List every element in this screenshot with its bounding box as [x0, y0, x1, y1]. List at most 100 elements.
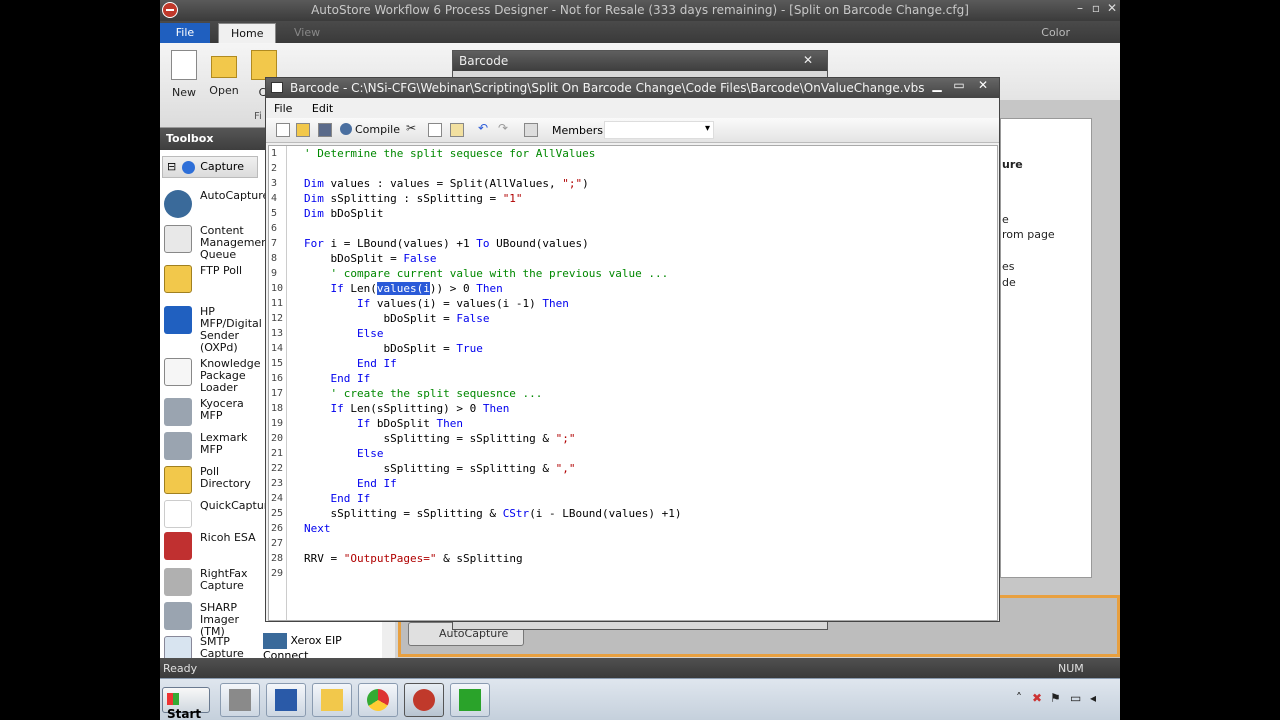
code-token: CStr: [502, 507, 530, 520]
new-icon[interactable]: [276, 123, 290, 137]
autostore-icon: [413, 689, 435, 711]
code-line[interactable]: Dim sSplitting : sSplitting = "1": [304, 191, 523, 206]
code-token: If: [330, 282, 344, 295]
line-number: 8: [271, 253, 278, 264]
chrome-icon: [367, 689, 389, 711]
taskbar-app-powershell[interactable]: [266, 683, 306, 717]
code-token: Else: [356, 447, 384, 460]
code-token: values : values = Split(AllValues,: [323, 177, 563, 190]
open-button[interactable]: Open: [204, 48, 244, 97]
paste-icon[interactable]: [450, 123, 464, 137]
code-line[interactable]: bDoSplit = False: [304, 251, 436, 266]
editor-title: Barcode - C:\NSi-CFG\Webinar\Scripting\S…: [290, 81, 925, 95]
menu-edit[interactable]: Edit: [304, 98, 341, 115]
code-line[interactable]: Dim bDoSplit: [304, 206, 383, 221]
start-button[interactable]: Start: [162, 687, 210, 720]
code-line[interactable]: bDoSplit = False: [304, 311, 489, 326]
tray-expand-icon[interactable]: ˄: [1016, 691, 1022, 705]
redo-icon[interactable]: ↷: [498, 121, 512, 135]
editor-maximize-icon[interactable]: ▭: [948, 78, 970, 92]
code-line[interactable]: For i = LBound(values) +1 To UBound(valu…: [304, 236, 589, 251]
capture-group-header[interactable]: ⊟ Capture: [162, 156, 258, 178]
line-number: 11: [271, 298, 284, 309]
code-line[interactable]: If Len(sSplitting) > 0 Then: [304, 401, 510, 416]
code-line[interactable]: End If: [304, 356, 397, 371]
script-editor-window: Barcode - C:\NSi-CFG\Webinar\Scripting\S…: [265, 77, 1000, 622]
tray-display-icon[interactable]: ▭: [1070, 691, 1081, 705]
restore-icon[interactable]: ▫: [1088, 1, 1104, 15]
editor-close-icon[interactable]: ✕: [972, 78, 994, 92]
taskbar-app-flag[interactable]: [450, 683, 490, 717]
compile-button[interactable]: Compile: [340, 123, 400, 136]
code-line[interactable]: ' compare current value with the previou…: [304, 266, 669, 281]
code-line[interactable]: sSplitting = sSplitting & ";": [304, 431, 575, 446]
new-file-icon: [171, 50, 197, 80]
code-line[interactable]: End If: [304, 491, 371, 506]
undo-icon[interactable]: ↶: [478, 121, 492, 135]
server-icon: [229, 689, 251, 711]
code-line[interactable]: RRV = "OutputPages=" & sSplitting: [304, 551, 523, 566]
app-title: AutoStore Workflow 6 Process Designer - …: [311, 3, 969, 17]
cut-icon[interactable]: ✂: [406, 121, 420, 135]
code-line[interactable]: Else: [304, 446, 384, 461]
code-token: ' Determine the split sequesce for AllVa…: [304, 147, 596, 160]
minimize-icon[interactable]: –: [1072, 1, 1088, 15]
line-number: 18: [271, 403, 284, 414]
taskbar-app-chrome[interactable]: [358, 683, 398, 717]
tab-home[interactable]: Home: [218, 23, 277, 43]
code-line[interactable]: Dim values : values = Split(AllValues, "…: [304, 176, 589, 191]
code-line[interactable]: End If: [304, 476, 397, 491]
tray-network-icon[interactable]: ✖: [1032, 691, 1042, 705]
open-icon[interactable]: [296, 123, 310, 137]
taskbar-app-explorer[interactable]: [312, 683, 352, 717]
code-line[interactable]: sSplitting = sSplitting & CStr(i - LBoun…: [304, 506, 682, 521]
code-line[interactable]: ' create the split sequesnce ...: [304, 386, 543, 401]
tray-flag-icon[interactable]: ⚑: [1050, 691, 1061, 705]
code-token: (i - LBound(values) +1): [529, 507, 682, 520]
code-line[interactable]: Else: [304, 326, 384, 341]
line-number: 7: [271, 238, 278, 249]
code-token: & sSplitting: [436, 552, 523, 565]
members-dropdown[interactable]: [604, 121, 714, 139]
taskbar-app-server[interactable]: [220, 683, 260, 717]
code-line[interactable]: If values(i) = values(i -1) Then: [304, 296, 569, 311]
line-number: 15: [271, 358, 284, 369]
print-icon[interactable]: [524, 123, 538, 137]
code-line[interactable]: End If: [304, 371, 371, 386]
collapse-icon[interactable]: ⊟: [167, 160, 176, 173]
code-token: For: [304, 237, 324, 250]
code-token: ' create the split sequesnce ...: [330, 387, 543, 400]
panel-text: es: [1002, 260, 1015, 273]
line-number: 10: [271, 283, 284, 294]
code-line[interactable]: sSplitting = sSplitting & ",": [304, 461, 575, 476]
editor-minimize-icon[interactable]: ▁: [926, 78, 948, 92]
tray-speaker-icon[interactable]: ◂: [1090, 691, 1096, 705]
tab-file[interactable]: File: [160, 23, 210, 43]
barcode-close-icon[interactable]: ✕: [803, 53, 813, 67]
tab-view[interactable]: View: [282, 23, 332, 43]
save-icon[interactable]: [318, 123, 332, 137]
fax-icon: [164, 568, 192, 596]
color-scheme-menu[interactable]: Color: [1041, 26, 1070, 39]
code-token: True: [456, 342, 483, 355]
code-editor[interactable]: 1 2 3 4 5 6 7 8 9 10 11 12 13 14 15 16 17 18 19 20 21 22 23 24 2…: [268, 145, 998, 621]
line-number: 4: [271, 193, 278, 204]
line-number: 21: [271, 448, 284, 459]
copy-icon[interactable]: [428, 123, 442, 137]
code-line[interactable]: Next: [304, 521, 331, 536]
code-line[interactable]: If bDoSplit Then: [304, 416, 463, 431]
code-line[interactable]: ' Determine the split sequesce for AllVa…: [304, 146, 595, 161]
code-line[interactable]: bDoSplit = True: [304, 341, 483, 356]
code-token: False: [403, 252, 437, 265]
new-button[interactable]: New: [164, 48, 204, 99]
code-line[interactable]: If Len(values(i)) > 0 Then: [304, 281, 503, 296]
line-number: 19: [271, 418, 284, 429]
line-number: 5: [271, 208, 278, 219]
menu-file[interactable]: File: [266, 98, 300, 115]
taskbar-app-autostore[interactable]: [404, 683, 444, 717]
close-icon[interactable]: ✕: [1104, 1, 1120, 15]
close-file-icon: [251, 50, 277, 80]
